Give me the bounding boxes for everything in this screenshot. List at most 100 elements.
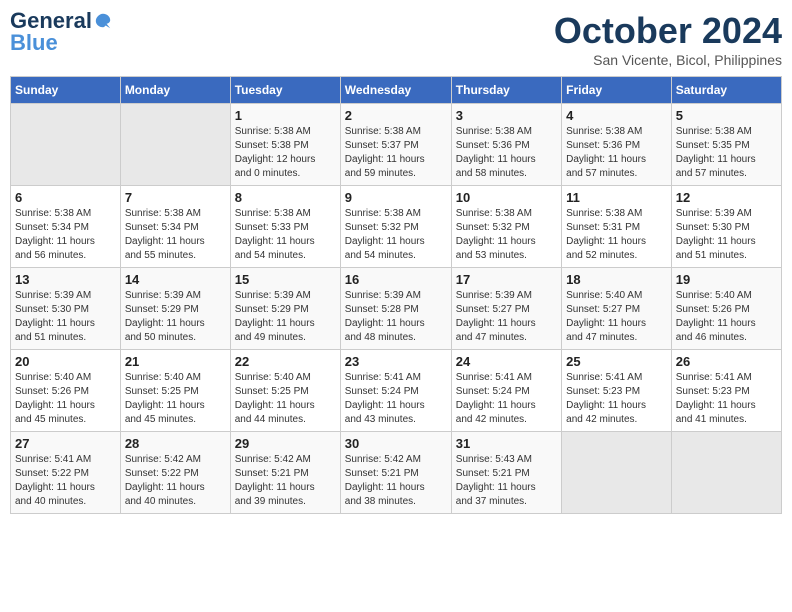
day-info: Sunrise: 5:40 AM Sunset: 5:25 PM Dayligh… [235, 371, 336, 427]
day-number: 1 [235, 108, 336, 123]
day-number: 23 [345, 354, 447, 369]
day-number: 29 [235, 436, 336, 451]
day-number: 12 [676, 190, 777, 205]
day-number: 25 [566, 354, 667, 369]
day-number: 28 [125, 436, 226, 451]
calendar-cell: 26 Sunrise: 5:41 AM Sunset: 5:23 PM Dayli… [671, 350, 781, 432]
day-number: 11 [566, 190, 667, 205]
calendar-cell: 18Sunrise: 5:40 AM Sunset: 5:27 PM Dayli… [562, 268, 672, 350]
week-row-3: 13 Sunrise: 5:39 AM Sunset: 5:30 PM Dayli… [11, 268, 782, 350]
calendar-cell: 4 Sunrise: 5:38 AM Sunset: 5:36 PM Daylig… [562, 104, 672, 186]
day-number: 24 [456, 354, 557, 369]
day-number: 22 [235, 354, 336, 369]
day-info: Sunrise: 5:40 AM Sunset: 5:25 PM Dayligh… [125, 371, 226, 427]
day-info: Sunrise: 5:38 AM Sunset: 5:34 PM Dayligh… [15, 207, 116, 263]
day-info: Sunrise: 5:38 AM Sunset: 5:38 PM Dayligh… [235, 125, 336, 181]
calendar-cell [671, 432, 781, 514]
day-number: 4 [566, 108, 667, 123]
day-number: 10 [456, 190, 557, 205]
day-info: Sunrise: 5:40 AM Sunset: 5:26 PM Dayligh… [676, 289, 777, 345]
week-row-2: 6Sunrise: 5:38 AM Sunset: 5:34 PM Daylig… [11, 186, 782, 268]
weekday-header-thursday: Thursday [451, 77, 561, 104]
weekday-header-row: SundayMondayTuesdayWednesdayThursdayFrid… [11, 77, 782, 104]
calendar-cell: 3 Sunrise: 5:38 AM Sunset: 5:36 PM Daylig… [451, 104, 561, 186]
calendar-cell: 1 Sunrise: 5:38 AM Sunset: 5:38 PM Daylig… [230, 104, 340, 186]
weekday-header-wednesday: Wednesday [340, 77, 451, 104]
day-info: Sunrise: 5:41 AM Sunset: 5:24 PM Dayligh… [456, 371, 557, 427]
day-number: 8 [235, 190, 336, 205]
day-number: 3 [456, 108, 557, 123]
day-info: Sunrise: 5:39 AM Sunset: 5:29 PM Dayligh… [235, 289, 336, 345]
calendar-table: SundayMondayTuesdayWednesdayThursdayFrid… [10, 76, 782, 514]
day-info: Sunrise: 5:39 AM Sunset: 5:30 PM Dayligh… [676, 207, 777, 263]
day-number: 14 [125, 272, 226, 287]
day-number: 31 [456, 436, 557, 451]
day-info: Sunrise: 5:39 AM Sunset: 5:30 PM Dayligh… [15, 289, 116, 345]
location-subtitle: San Vicente, Bicol, Philippines [554, 52, 782, 68]
calendar-cell: 24 Sunrise: 5:41 AM Sunset: 5:24 PM Dayli… [451, 350, 561, 432]
day-info: Sunrise: 5:38 AM Sunset: 5:36 PM Dayligh… [566, 125, 667, 181]
day-number: 19 [676, 272, 777, 287]
calendar-cell: 11 Sunrise: 5:38 AM Sunset: 5:31 PM Dayli… [562, 186, 672, 268]
day-number: 9 [345, 190, 447, 205]
calendar-cell: 2 Sunrise: 5:38 AM Sunset: 5:37 PM Daylig… [340, 104, 451, 186]
day-info: Sunrise: 5:41 AM Sunset: 5:23 PM Dayligh… [676, 371, 777, 427]
calendar-cell: 20 Sunrise: 5:40 AM Sunset: 5:26 PM Dayli… [11, 350, 121, 432]
calendar-cell: 30Sunrise: 5:42 AM Sunset: 5:21 PM Dayli… [340, 432, 451, 514]
calendar-cell [11, 104, 121, 186]
weekday-header-friday: Friday [562, 77, 672, 104]
day-info: Sunrise: 5:40 AM Sunset: 5:26 PM Dayligh… [15, 371, 116, 427]
day-info: Sunrise: 5:42 AM Sunset: 5:21 PM Dayligh… [235, 453, 336, 509]
calendar-cell: 6Sunrise: 5:38 AM Sunset: 5:34 PM Daylig… [11, 186, 121, 268]
calendar-cell: 25 Sunrise: 5:41 AM Sunset: 5:23 PM Dayli… [562, 350, 672, 432]
day-number: 5 [676, 108, 777, 123]
day-info: Sunrise: 5:41 AM Sunset: 5:23 PM Dayligh… [566, 371, 667, 427]
day-number: 21 [125, 354, 226, 369]
calendar-cell: 15 Sunrise: 5:39 AM Sunset: 5:29 PM Dayli… [230, 268, 340, 350]
weekday-header-saturday: Saturday [671, 77, 781, 104]
day-info: Sunrise: 5:38 AM Sunset: 5:36 PM Dayligh… [456, 125, 557, 181]
day-info: Sunrise: 5:38 AM Sunset: 5:37 PM Dayligh… [345, 125, 447, 181]
calendar-cell: 14 Sunrise: 5:39 AM Sunset: 5:29 PM Dayli… [120, 268, 230, 350]
weekday-header-sunday: Sunday [11, 77, 121, 104]
day-number: 26 [676, 354, 777, 369]
week-row-1: 1 Sunrise: 5:38 AM Sunset: 5:38 PM Daylig… [11, 104, 782, 186]
day-info: Sunrise: 5:38 AM Sunset: 5:34 PM Dayligh… [125, 207, 226, 263]
logo: General Blue [10, 10, 112, 54]
calendar-cell [562, 432, 672, 514]
calendar-cell: 17Sunrise: 5:39 AM Sunset: 5:27 PM Dayli… [451, 268, 561, 350]
logo-text-blue: Blue [10, 32, 112, 54]
day-info: Sunrise: 5:41 AM Sunset: 5:24 PM Dayligh… [345, 371, 447, 427]
day-info: Sunrise: 5:42 AM Sunset: 5:21 PM Dayligh… [345, 453, 447, 509]
week-row-5: 27 Sunrise: 5:41 AM Sunset: 5:22 PM Dayli… [11, 432, 782, 514]
day-info: Sunrise: 5:38 AM Sunset: 5:31 PM Dayligh… [566, 207, 667, 263]
day-info: Sunrise: 5:39 AM Sunset: 5:29 PM Dayligh… [125, 289, 226, 345]
day-number: 17 [456, 272, 557, 287]
calendar-cell: 10 Sunrise: 5:38 AM Sunset: 5:32 PM Dayli… [451, 186, 561, 268]
calendar-cell: 29 Sunrise: 5:42 AM Sunset: 5:21 PM Dayli… [230, 432, 340, 514]
day-info: Sunrise: 5:39 AM Sunset: 5:28 PM Dayligh… [345, 289, 447, 345]
day-number: 27 [15, 436, 116, 451]
calendar-cell: 5Sunrise: 5:38 AM Sunset: 5:35 PM Daylig… [671, 104, 781, 186]
day-info: Sunrise: 5:42 AM Sunset: 5:22 PM Dayligh… [125, 453, 226, 509]
week-row-4: 20 Sunrise: 5:40 AM Sunset: 5:26 PM Dayli… [11, 350, 782, 432]
day-info: Sunrise: 5:38 AM Sunset: 5:33 PM Dayligh… [235, 207, 336, 263]
calendar-cell: 8 Sunrise: 5:38 AM Sunset: 5:33 PM Daylig… [230, 186, 340, 268]
month-title: October 2024 [554, 10, 782, 52]
day-info: Sunrise: 5:38 AM Sunset: 5:32 PM Dayligh… [456, 207, 557, 263]
day-info: Sunrise: 5:41 AM Sunset: 5:22 PM Dayligh… [15, 453, 116, 509]
calendar-cell: 31Sunrise: 5:43 AM Sunset: 5:21 PM Dayli… [451, 432, 561, 514]
logo-text-general: General [10, 10, 92, 32]
calendar-cell: 28 Sunrise: 5:42 AM Sunset: 5:22 PM Dayli… [120, 432, 230, 514]
day-number: 2 [345, 108, 447, 123]
calendar-cell: 22 Sunrise: 5:40 AM Sunset: 5:25 PM Dayli… [230, 350, 340, 432]
page-header: General Blue October 2024 San Vicente, B… [10, 10, 782, 68]
calendar-cell: 19 Sunrise: 5:40 AM Sunset: 5:26 PM Dayli… [671, 268, 781, 350]
day-number: 13 [15, 272, 116, 287]
calendar-cell [120, 104, 230, 186]
day-number: 20 [15, 354, 116, 369]
calendar-cell: 16Sunrise: 5:39 AM Sunset: 5:28 PM Dayli… [340, 268, 451, 350]
calendar-cell: 21 Sunrise: 5:40 AM Sunset: 5:25 PM Dayli… [120, 350, 230, 432]
day-number: 7 [125, 190, 226, 205]
day-number: 15 [235, 272, 336, 287]
